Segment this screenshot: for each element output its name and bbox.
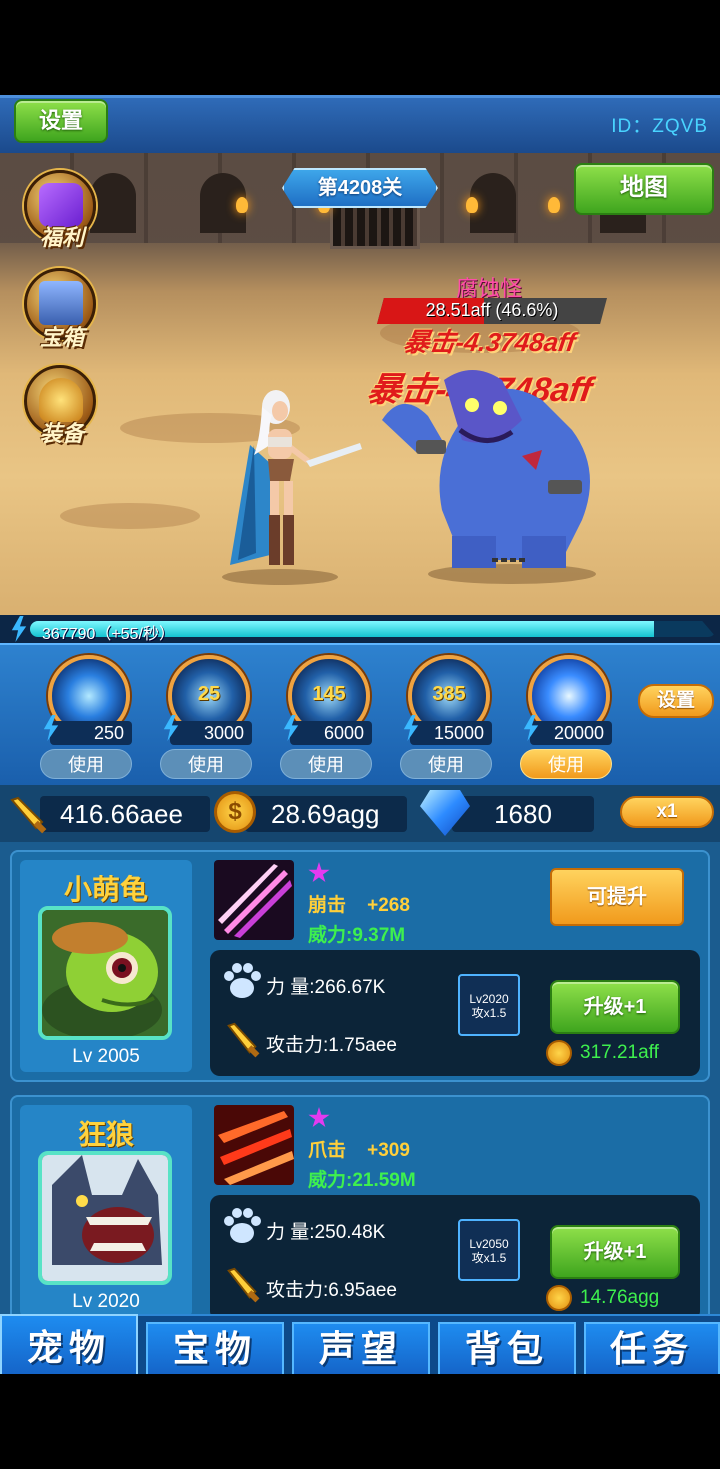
pet-skill-bonus: +309 bbox=[367, 1140, 410, 1161]
tab-quests[interactable]: 任务 bbox=[584, 1322, 720, 1374]
pet-skill-label: 爪击 bbox=[308, 1140, 347, 1161]
side-label-equip: 装备 bbox=[39, 421, 84, 446]
sword-icon bbox=[227, 1022, 260, 1058]
side-label-chest: 宝箱 bbox=[39, 325, 84, 350]
skill-settings-button[interactable]: 设置 bbox=[638, 684, 714, 718]
skill-cooldown: 385 bbox=[432, 683, 466, 705]
skill-slot-5: 20000 使用 bbox=[520, 645, 630, 785]
turtle-portrait-icon bbox=[42, 910, 168, 1036]
damage-popup: 暴击-4.3748aff bbox=[401, 327, 578, 357]
gold-value: 28.69agg bbox=[245, 796, 407, 832]
upgrade-button[interactable]: 升级+1 bbox=[550, 1225, 680, 1279]
pet-skill-power: 威力:9.37M bbox=[308, 925, 406, 946]
heroine-character bbox=[222, 390, 362, 585]
use-skill-button[interactable]: 使用 bbox=[40, 749, 132, 779]
pet-level: Lv 2005 bbox=[72, 1046, 140, 1067]
pet-strength: 力 量:266.67K bbox=[266, 977, 386, 998]
pet-card: 狂狼 Lv 2020 爪击 +309 威力:21.59M 力 量:250.48K… bbox=[10, 1095, 710, 1314]
gold-coin-icon bbox=[546, 1040, 572, 1066]
pet-portrait[interactable] bbox=[38, 906, 172, 1040]
paw-icon bbox=[224, 1208, 261, 1243]
sword-icon bbox=[10, 796, 47, 834]
sword-icon bbox=[227, 1267, 260, 1303]
pet-skill-name: 崩击 +268 bbox=[308, 890, 410, 917]
tab-reputation[interactable]: 声望 bbox=[292, 1322, 430, 1374]
side-label-welfare: 福利 bbox=[39, 225, 84, 250]
wolf-portrait-icon bbox=[42, 1155, 168, 1281]
equipment-bonus: 攻x1.5 bbox=[471, 1006, 507, 1020]
pet-skill-icon bbox=[214, 860, 294, 940]
upgrade-cost-value: 14.76agg bbox=[580, 1287, 660, 1308]
tab-backpack[interactable]: 背包 bbox=[438, 1322, 576, 1374]
stage-banner: 第4208关 bbox=[282, 168, 438, 208]
use-skill-button[interactable]: 使用 bbox=[520, 749, 612, 779]
equipment-level: Lv2050 bbox=[469, 1237, 509, 1251]
monster-character bbox=[382, 370, 596, 584]
treasure-chest-icon bbox=[39, 281, 83, 325]
pet-skill-label: 崩击 bbox=[308, 895, 347, 916]
pet-portrait[interactable] bbox=[38, 1151, 172, 1285]
skill-cost: 3000 bbox=[170, 721, 252, 745]
equipment-slot[interactable]: Lv2020 攻x1.5 bbox=[458, 974, 520, 1036]
gem-value: 1680 bbox=[452, 796, 594, 832]
pet-attack: 攻击力:1.75aee bbox=[266, 1035, 397, 1056]
rarity-star-icon bbox=[308, 1107, 330, 1128]
use-skill-button[interactable]: 使用 bbox=[160, 749, 252, 779]
skill-cost: 15000 bbox=[410, 721, 492, 745]
use-skill-button[interactable]: 使用 bbox=[280, 749, 372, 779]
pet-skill-icon bbox=[214, 1105, 294, 1185]
equipment-slot[interactable]: Lv2050 攻x1.5 bbox=[458, 1219, 520, 1281]
pet-skill-bonus: +268 bbox=[367, 895, 410, 916]
torch-icon bbox=[466, 197, 478, 213]
equipment-bonus: 攻x1.5 bbox=[471, 1251, 507, 1265]
energy-text: 367790（+55/秒） bbox=[42, 626, 175, 643]
upgrade-cost: 317.21aff bbox=[546, 1040, 659, 1066]
pet-strength: 力 量:250.48K bbox=[266, 1222, 386, 1243]
skill-cooldown: 145 bbox=[312, 683, 346, 705]
tab-treasures[interactable]: 宝物 bbox=[146, 1322, 284, 1374]
torch-icon bbox=[236, 197, 248, 213]
upgrade-cost: 14.76agg bbox=[546, 1285, 660, 1311]
skill-slot-2: 25 3000 使用 bbox=[160, 645, 270, 785]
skill-slot-1: 250 使用 bbox=[40, 645, 150, 785]
gold-coin-icon bbox=[546, 1285, 572, 1311]
upgrade-cost-value: 317.21aff bbox=[580, 1042, 659, 1063]
ground-crack bbox=[60, 503, 200, 529]
player-id: ID：ZQVB bbox=[611, 116, 708, 137]
pet-stats: 力 量:250.48K 攻击力:6.95aee Lv2050 攻x1.5 升级+… bbox=[210, 1195, 700, 1314]
gold-coin-icon: $ bbox=[214, 791, 256, 833]
equipment-level: Lv2020 bbox=[469, 992, 509, 1006]
skill-slot-4: 385 15000 使用 bbox=[400, 645, 510, 785]
upgrade-button[interactable]: 升级+1 bbox=[550, 980, 680, 1034]
pet-name: 小萌龟 bbox=[63, 874, 148, 905]
skill-cost: 20000 bbox=[530, 721, 612, 745]
use-skill-button[interactable]: 使用 bbox=[400, 749, 492, 779]
paw-icon bbox=[224, 963, 261, 998]
pet-attack: 攻击力:6.95aee bbox=[266, 1280, 397, 1301]
upgradable-button[interactable]: 可提升 bbox=[550, 868, 684, 926]
tab-pets[interactable]: 宠物 bbox=[0, 1314, 138, 1374]
pet-stats: 力 量:266.67K 攻击力:1.75aee Lv2020 攻x1.5 升级+… bbox=[210, 950, 700, 1076]
map-button[interactable]: 地图 bbox=[574, 163, 714, 215]
pet-card: 小萌龟 Lv 2005 崩击 +268 威力:9.37M 可提升 力 量:266… bbox=[10, 850, 710, 1082]
pet-list[interactable]: 小萌龟 Lv 2005 崩击 +268 威力:9.37M 可提升 力 量:266… bbox=[0, 842, 720, 1314]
settings-button[interactable]: 设置 bbox=[14, 99, 108, 143]
attack-value: 416.66aee bbox=[40, 796, 210, 832]
skill-cost: 250 bbox=[50, 721, 132, 745]
skill-slot-3: 145 6000 使用 bbox=[280, 645, 390, 785]
pet-name: 狂狼 bbox=[77, 1119, 134, 1150]
pet-info: 狂狼 Lv 2020 bbox=[20, 1105, 192, 1314]
pet-info: 小萌龟 Lv 2005 bbox=[20, 860, 192, 1072]
skill-cooldown: 25 bbox=[197, 683, 221, 705]
pet-skill-power: 威力:21.59M bbox=[308, 1170, 416, 1191]
enemy-hp-text: 28.51aff (46.6%) bbox=[425, 300, 559, 320]
pet-skill-name: 爪击 +309 bbox=[308, 1135, 410, 1162]
pet-level: Lv 2020 bbox=[72, 1291, 140, 1312]
skill-cost: 6000 bbox=[290, 721, 372, 745]
speed-button[interactable]: x1 bbox=[620, 796, 714, 828]
rarity-star-icon bbox=[308, 862, 330, 883]
torch-icon bbox=[548, 197, 560, 213]
